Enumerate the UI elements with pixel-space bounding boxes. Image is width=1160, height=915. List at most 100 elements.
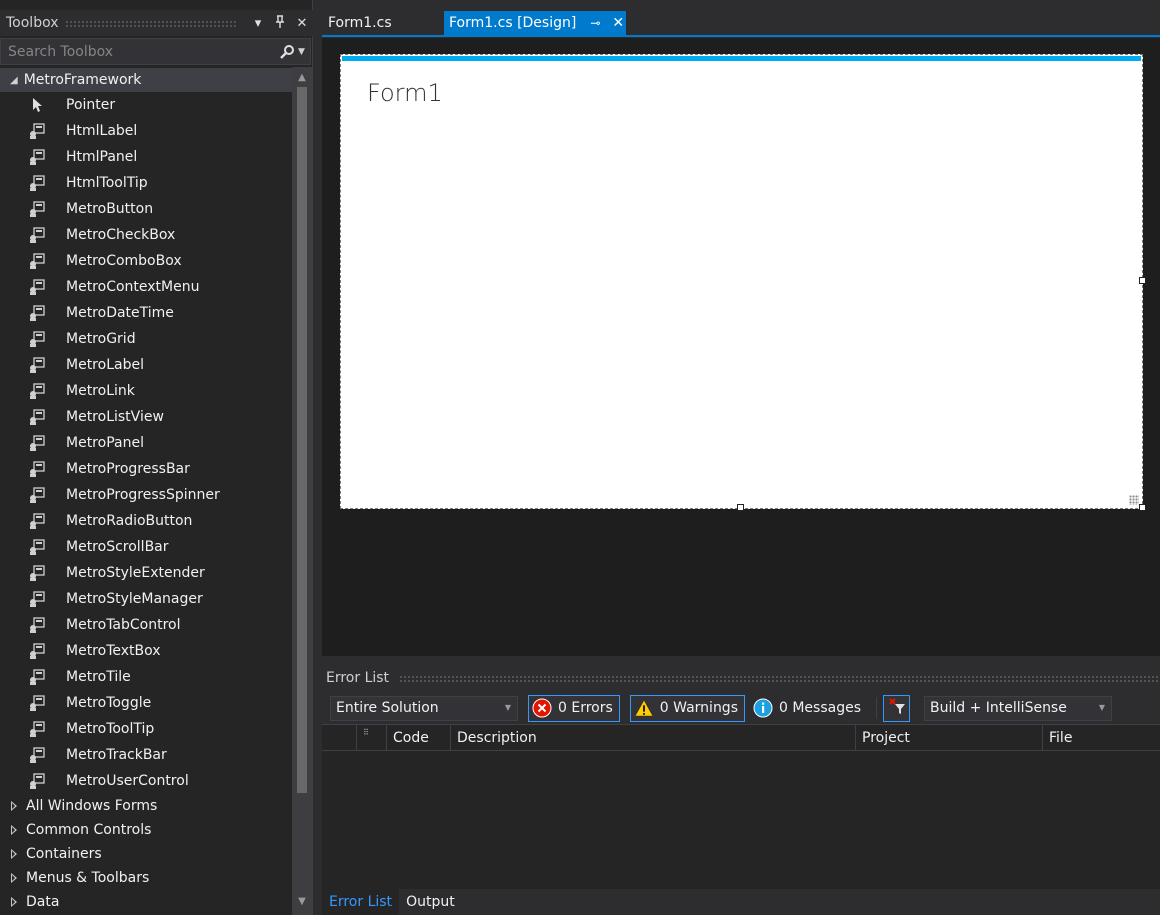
resize-handle-bottom[interactable] [737,504,744,511]
resize-grip-icon[interactable] [1129,495,1139,505]
collapsed-triangle-icon [11,825,17,835]
toolbar-separator [876,697,878,719]
toolbox-search-box[interactable]: ▼ [0,38,311,65]
column-description[interactable]: Description [451,725,856,750]
toolbox-item-label: MetroTile [66,669,131,685]
toolbox-item[interactable]: MetroButton [0,196,292,222]
component-icon [28,304,46,322]
column-blank[interactable] [322,725,357,750]
scrollbar-thumb[interactable] [297,87,307,793]
source-dropdown[interactable]: Build + IntelliSense ▼ [924,695,1113,721]
toolbox-item[interactable]: MetroComboBox [0,248,292,274]
toolbox-item[interactable]: MetroUserControl [0,768,292,794]
messages-filter-button[interactable]: 0 Messages [749,695,868,722]
toolbox-item[interactable]: MetroToggle [0,690,292,716]
component-icon [28,512,46,530]
tab-form1-cs[interactable]: Form1.cs [322,11,442,35]
toolbox-item[interactable]: MetroStyleExtender [0,560,292,586]
component-icon [28,538,46,556]
toolbox-item[interactable]: MetroTrackBar [0,742,292,768]
close-tab-icon[interactable]: ✕ [612,15,624,31]
component-icon [28,694,46,712]
close-icon[interactable]: ✕ [291,16,313,31]
toolbox-title-bar: Toolbox ▾ ✕ [0,10,313,36]
toolbox-item[interactable]: MetroStyleManager [0,586,292,612]
toolbox-item[interactable]: HtmlLabel [0,118,292,144]
toolbox-category[interactable]: All Windows Forms [0,794,292,818]
toolbox-item[interactable]: MetroContextMenu [0,274,292,300]
toolbox-category[interactable]: Containers [0,842,292,866]
column-label: Description [457,729,537,746]
toolbox-item-label: MetroDateTime [66,305,174,321]
toolbox-item[interactable]: MetroLabel [0,352,292,378]
component-icon [28,434,46,452]
toolbox-item[interactable]: MetroToolTip [0,716,292,742]
toolbox-item[interactable]: HtmlPanel [0,144,292,170]
toolbox-item-label: MetroTextBox [66,643,161,659]
component-icon [28,668,46,686]
column-code[interactable]: Code [387,725,451,750]
column-file[interactable]: File [1043,725,1160,750]
toolbox-item[interactable]: MetroCheckBox [0,222,292,248]
search-options-dropdown-icon[interactable]: ▼ [298,47,310,57]
error-icon [532,698,552,718]
toolbox-category[interactable]: Common Controls [0,818,292,842]
form-preview[interactable]: Form1 [340,54,1143,509]
pin-icon[interactable] [269,14,291,32]
toolbox-scrollbar[interactable]: ▲ ▼ [292,67,312,915]
warnings-count: 0 Warnings [659,700,738,716]
toolbox-item[interactable]: MetroLink [0,378,292,404]
column-project[interactable]: Project [856,725,1043,750]
scroll-up-icon[interactable]: ▲ [292,69,312,87]
title-grip[interactable] [399,674,1160,682]
toolbox-item-label: MetroContextMenu [66,279,200,295]
errors-filter-button[interactable]: 0 Errors [528,694,620,722]
column-label: Project [862,729,910,746]
scroll-down-icon[interactable]: ▼ [292,893,312,911]
category-metroframework[interactable]: ◢ MetroFramework [0,68,292,92]
pointer-icon [28,96,46,114]
toolbox-item[interactable]: MetroDateTime [0,300,292,326]
toolbox-item[interactable]: MetroRadioButton [0,508,292,534]
tab-error-list[interactable]: Error List [322,889,400,915]
component-icon [28,720,46,738]
resize-handle-right[interactable] [1139,277,1146,284]
resize-handle-bottom-right[interactable] [1139,504,1146,511]
component-icon [28,746,46,764]
component-icon [28,408,46,426]
toolbox-item[interactable]: MetroTabControl [0,612,292,638]
toolbox-item[interactable]: MetroPanel [0,430,292,456]
toolbox-category[interactable]: Data [0,890,292,914]
pin-tab-icon[interactable]: ⊸ [590,16,600,30]
clear-filter-button[interactable] [883,694,911,722]
toolbox-category[interactable]: Menus & Toolbars [0,866,292,890]
component-icon [28,148,46,166]
toolbox-item-label: MetroGrid [66,331,136,347]
toolbox-item[interactable]: HtmlToolTip [0,170,292,196]
expanded-triangle-icon: ◢ [10,74,18,86]
search-input[interactable] [1,43,276,60]
toolbox-item-label: HtmlToolTip [66,175,148,191]
category-label: All Windows Forms [26,798,158,814]
toolbox-item[interactable]: MetroScrollBar [0,534,292,560]
warnings-filter-button[interactable]: 0 Warnings [629,694,745,722]
toolbox-item[interactable]: MetroProgressSpinner [0,482,292,508]
title-grip[interactable] [64,19,237,27]
tab-form1-design[interactable]: Form1.cs [Design] ⊸ ✕ [444,11,626,35]
window-position-dropdown-icon[interactable]: ▾ [247,16,269,31]
toolbox-item[interactable]: MetroTextBox [0,638,292,664]
toolbox-item[interactable]: MetroProgressBar [0,456,292,482]
search-icon[interactable] [276,41,298,63]
scope-dropdown[interactable]: Entire Solution ▼ [330,695,518,721]
toolbox-item[interactable]: MetroGrid [0,326,292,352]
toolbox-title: Toolbox [6,15,59,31]
toolbox-item[interactable]: Pointer [0,92,292,118]
toolbox-item-label: MetroButton [66,201,154,217]
toolbox-item[interactable]: MetroListView [0,404,292,430]
toolbox-item[interactable]: MetroTile [0,664,292,690]
tab-output[interactable]: Output [399,889,462,915]
component-icon [28,252,46,270]
column-sort-icon[interactable]: ⠿ [357,725,387,750]
error-list-panel: Error List Entire Solution ▼ 0 Errors 0 … [322,664,1160,915]
toolbox-item-label: MetroScrollBar [66,539,169,555]
